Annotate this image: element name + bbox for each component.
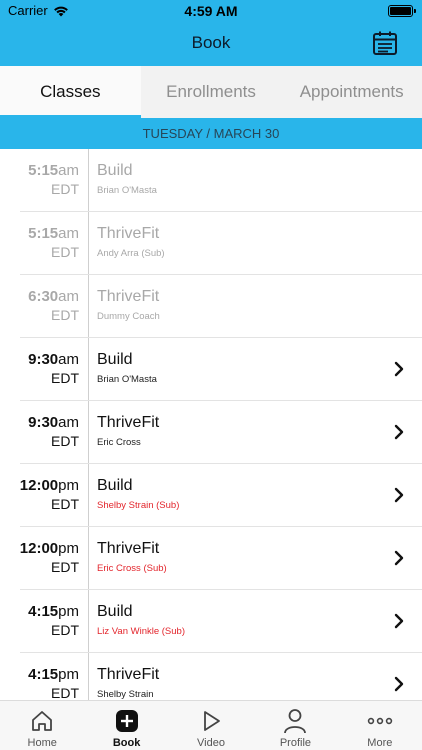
chevron-right-icon [394,550,404,566]
class-time: 5:15am [28,162,79,180]
chevron-right-icon [394,613,404,629]
class-name: ThriveFit [97,225,160,242]
class-row[interactable]: 9:30am EDT Build Brian O'Masta [0,338,422,401]
class-time-value: 5:15 [28,162,59,179]
class-name: Build [97,351,133,368]
class-time: 5:15am [28,225,79,243]
class-time-ampm: am [58,162,79,179]
class-time: 9:30am [28,414,79,432]
tabbar-label-more: More [367,737,393,749]
class-instructor: Shelby Strain [97,689,154,700]
class-time-value: 9:30 [28,351,59,368]
class-instructor: Brian O'Masta [97,185,157,196]
tabbar-item-profile[interactable]: Profile [253,701,337,750]
calendar-icon [373,31,397,55]
plus-square-icon [115,710,138,732]
tab-appointments[interactable]: Appointments [281,66,422,118]
chevron-right-icon [394,424,404,440]
class-instructor: Eric Cross (Sub) [97,563,167,574]
class-time-value: 9:30 [28,414,59,431]
status-time: 4:59 AM [184,3,238,19]
tabbar-item-video[interactable]: Video [169,701,253,750]
play-icon [204,711,220,731]
home-icon [32,711,53,731]
tabbar-label-profile: Profile [279,737,312,749]
class-instructor: Liz Van Winkle (Sub) [97,626,185,637]
chevron-right-icon [394,676,404,692]
chevron-right-icon [394,361,404,377]
class-name: ThriveFit [97,414,160,431]
class-time-ampm: pm [58,666,79,683]
class-row[interactable]: 9:30am EDT ThriveFit Eric Cross [0,401,422,464]
tabbar-label-video: Video [197,737,225,749]
class-time-ampm: am [58,288,79,305]
more-icon [367,717,393,725]
class-name: Build [97,477,133,494]
class-timezone: EDT [51,181,79,197]
class-name: Build [97,603,133,620]
class-time-value: 4:15 [28,603,59,620]
class-time-ampm: am [58,225,79,242]
class-time-value: 4:15 [28,666,59,683]
class-time-ampm: am [58,414,79,431]
class-list: 5:15am EDT Build Brian O'Masta 5:15am EDT Thri… [0,149,422,700]
tabbar-label-home: Home [27,737,57,749]
tab-classes[interactable]: Classes [0,66,141,118]
chevron-right-icon [394,487,404,503]
class-name: Build [97,162,133,179]
class-time: 12:00pm [20,540,79,558]
class-time-ampm: am [58,351,79,368]
class-timezone: EDT [51,370,79,386]
class-timezone: EDT [51,433,79,449]
class-instructor: Eric Cross [97,437,141,448]
calendar-button[interactable] [370,28,400,58]
class-row[interactable]: 6:30am EDT ThriveFit Dummy Coach [0,275,422,338]
class-time-value: 12:00 [19,477,59,494]
class-timezone: EDT [51,496,79,512]
class-row[interactable]: 5:15am EDT ThriveFit Andy Arra (Sub) [0,212,422,275]
class-timezone: EDT [51,244,79,260]
class-row[interactable]: 12:00pm EDT Build Shelby Strain (Sub) [0,464,422,527]
class-timezone: EDT [51,685,79,700]
class-time: 12:00pm [20,477,79,495]
tabbar-item-home[interactable]: Home [0,701,84,750]
class-time-value: 12:00 [19,540,59,557]
class-row[interactable]: 4:15pm EDT ThriveFit Shelby Strain [0,653,422,700]
class-name: ThriveFit [97,540,160,557]
class-time-value: 6:30 [28,288,59,305]
class-time: 9:30am [28,351,79,369]
nav-bar: Book [0,22,422,66]
status-bar: Carrier 4:59 AM [0,0,422,22]
class-time-value: 5:15 [28,225,59,242]
class-row[interactable]: 5:15am EDT Build Brian O'Masta [0,149,422,212]
date-header: TUESDAY / MARCH 30 [0,118,422,149]
segment-tabs: Classes Enrollments Appointments [0,66,422,118]
class-instructor: Dummy Coach [97,311,160,322]
class-time-ampm: pm [58,540,79,557]
class-time-ampm: pm [58,477,79,494]
class-row[interactable]: 12:00pm EDT ThriveFit Eric Cross (Sub) [0,527,422,590]
tabbar-item-book[interactable]: Book [84,701,168,750]
class-instructor: Andy Arra (Sub) [97,248,165,259]
tabbar-item-more[interactable]: More [338,701,422,750]
class-name: ThriveFit [97,288,160,305]
class-timezone: EDT [51,307,79,323]
tab-enrollments[interactable]: Enrollments [141,66,282,118]
class-time: 4:15pm [28,666,79,684]
class-timezone: EDT [51,559,79,575]
class-time-ampm: pm [58,603,79,620]
class-name: ThriveFit [97,666,160,683]
tab-bar: Home Book Video Profile More [0,700,422,750]
class-timezone: EDT [51,622,79,638]
class-time: 6:30am [28,288,79,306]
class-instructor: Brian O'Masta [97,374,157,385]
class-time: 4:15pm [28,603,79,621]
battery-icon [388,5,416,17]
page-title: Book [191,33,231,52]
class-row[interactable]: 4:15pm EDT Build Liz Van Winkle (Sub) [0,590,422,653]
tabbar-label-book: Book [112,737,141,749]
class-instructor: Shelby Strain (Sub) [97,500,180,511]
person-icon [284,709,307,734]
